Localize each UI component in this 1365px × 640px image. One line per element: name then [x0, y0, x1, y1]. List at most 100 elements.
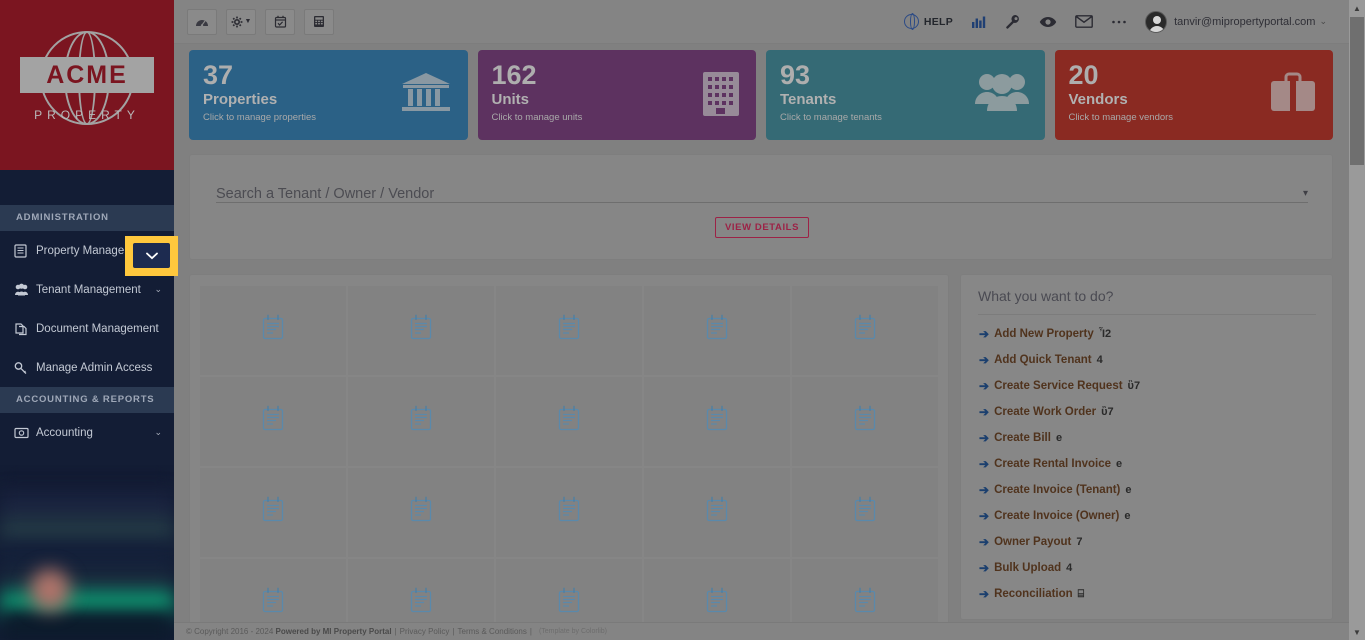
- placeholder-card[interactable]: [644, 377, 790, 466]
- note-pad-icon: [408, 314, 434, 347]
- arrow-right-icon: ➔: [979, 457, 989, 471]
- scrollbar-thumb[interactable]: [1350, 17, 1364, 165]
- placeholder-card[interactable]: [792, 377, 938, 466]
- wrench-icon[interactable]: [1005, 14, 1021, 29]
- quick-action-item[interactable]: ➔Reconciliation⌸: [978, 581, 1316, 607]
- sidebar-item-label: Accounting: [36, 427, 154, 439]
- sidebar-item-manage-admin-access[interactable]: Manage Admin Access: [0, 348, 174, 387]
- chevron-down-icon[interactable]: ⌄: [154, 284, 162, 295]
- avatar: [1145, 11, 1167, 33]
- placeholder-card[interactable]: [200, 286, 346, 375]
- note-pad-icon: [556, 314, 582, 347]
- chevron-down-icon: ⌄: [1319, 16, 1327, 27]
- building-icon: Ἶ2: [1099, 328, 1111, 340]
- placeholder-card[interactable]: [496, 286, 642, 375]
- reports-chart-icon[interactable]: [971, 15, 987, 29]
- dashboard-gauge-button[interactable]: [187, 9, 217, 35]
- sidebar-item-accounting[interactable]: Accounting ⌄: [0, 413, 174, 452]
- note-pad-icon: [408, 587, 434, 620]
- chevron-down-icon: ▼: [245, 18, 252, 25]
- stat-card-tenants[interactable]: 93 Tenants Click to manage tenants: [766, 50, 1045, 140]
- note-pad-icon: [260, 587, 286, 620]
- footer-terms-link[interactable]: Terms & Conditions: [458, 627, 527, 636]
- placeholder-card[interactable]: [496, 468, 642, 557]
- calculator-button[interactable]: [304, 9, 334, 35]
- property-management-expand-button[interactable]: [133, 243, 170, 268]
- bank-icon: [400, 71, 452, 120]
- user-email-label: tanvir@mipropertyportal.com: [1174, 16, 1315, 28]
- quick-action-item[interactable]: ➔Add New PropertyἾ2: [978, 321, 1316, 347]
- quick-action-item[interactable]: ➔Bulk Upload὜4: [978, 555, 1316, 581]
- divider: [978, 314, 1316, 315]
- quick-action-label: Create Invoice (Owner): [994, 510, 1119, 522]
- placeholder-card[interactable]: [496, 377, 642, 466]
- logo-band: ACME: [20, 57, 154, 93]
- note-pad-icon: [260, 405, 286, 438]
- quick-action-item[interactable]: ➔Owner Payout὜7: [978, 529, 1316, 555]
- footer-privacy-policy-link[interactable]: Privacy Policy: [400, 627, 450, 636]
- note-pad-icon: [556, 405, 582, 438]
- stat-cards-row: 37 Properties Click to manage properties…: [174, 44, 1349, 140]
- quick-action-item[interactable]: ➔Create Invoice (Owner)὜e: [978, 503, 1316, 529]
- arrow-right-icon: ➔: [979, 587, 989, 601]
- document-icon: ὜e: [1116, 458, 1122, 470]
- sidebar-section-administration: ADMINISTRATION: [0, 205, 174, 231]
- placeholder-card[interactable]: [644, 286, 790, 375]
- documents-icon: [14, 322, 36, 336]
- placeholder-card[interactable]: [792, 468, 938, 557]
- quick-action-item[interactable]: ➔Create Service Requestὒ7: [978, 373, 1316, 399]
- note-pad-icon: [852, 314, 878, 347]
- apartment-building-icon: [702, 71, 740, 122]
- quick-action-item[interactable]: ➔Create Bill὜e: [978, 425, 1316, 451]
- settings-gear-button[interactable]: ▼: [226, 9, 256, 35]
- stat-card-vendors[interactable]: 20 Vendors Click to manage vendors: [1055, 50, 1334, 140]
- quick-action-item[interactable]: ➔Add Quick Tenant὆4: [978, 347, 1316, 373]
- page-scrollbar[interactable]: ▲ ▼: [1349, 0, 1365, 640]
- stat-card-units[interactable]: 162 Units Click to manage units: [478, 50, 757, 140]
- sidebar-section-accounting-reports: ACCOUNTING & REPORTS: [0, 387, 174, 413]
- database-icon: ὜4: [1066, 562, 1072, 574]
- placeholder-card[interactable]: [348, 468, 494, 557]
- sidebar-item-document-management[interactable]: Document Management: [0, 309, 174, 348]
- quick-action-label: Add Quick Tenant: [994, 354, 1092, 366]
- mail-icon[interactable]: [1075, 15, 1093, 28]
- brand-logo[interactable]: ACME PROPERTY: [0, 0, 174, 170]
- stat-card-properties[interactable]: 37 Properties Click to manage properties: [189, 50, 468, 140]
- quick-action-label: Add New Property: [994, 328, 1094, 340]
- quick-action-label: Bulk Upload: [994, 562, 1061, 574]
- help-button[interactable]: HELP: [904, 14, 953, 29]
- document-icon: ὜e: [1125, 484, 1131, 496]
- group-people-icon: [975, 71, 1029, 118]
- scroll-up-arrow[interactable]: ▲: [1349, 0, 1365, 16]
- placeholder-card[interactable]: [792, 286, 938, 375]
- note-pad-icon: [704, 496, 730, 529]
- view-details-button[interactable]: VIEW DETAILS: [715, 217, 809, 238]
- note-pad-icon: [852, 405, 878, 438]
- placeholder-card[interactable]: [200, 377, 346, 466]
- search-field-row: ▾: [216, 177, 1308, 203]
- search-panel: ▾ VIEW DETAILS: [189, 154, 1333, 260]
- placeholder-card[interactable]: [200, 468, 346, 557]
- sidebar: ACME PROPERTY ADMINISTRATION Property Ma…: [0, 0, 174, 640]
- note-pad-icon: [408, 496, 434, 529]
- calendar-button[interactable]: [265, 9, 295, 35]
- placeholder-card[interactable]: [644, 468, 790, 557]
- placeholder-card[interactable]: [348, 286, 494, 375]
- footer: © Copyright 2016 - 2024 Powered by MI Pr…: [174, 622, 1349, 640]
- eye-icon[interactable]: [1039, 16, 1057, 28]
- search-input[interactable]: [216, 186, 1303, 202]
- scroll-down-arrow[interactable]: ▼: [1349, 624, 1365, 640]
- quick-action-item[interactable]: ➔Create Rental Invoice὜e: [978, 451, 1316, 477]
- chevron-down-icon[interactable]: ▾: [1303, 188, 1308, 202]
- quick-action-item[interactable]: ➔Create Invoice (Tenant)὜e: [978, 477, 1316, 503]
- building-list-icon: [14, 244, 36, 258]
- quick-action-item[interactable]: ➔Create Work Orderὒ7: [978, 399, 1316, 425]
- footer-separator: |: [452, 627, 454, 636]
- more-options-icon[interactable]: [1111, 19, 1127, 25]
- quick-actions-list: ➔Add New PropertyἾ2➔Add Quick Tenant὆4➔C…: [978, 321, 1316, 607]
- quick-action-label: Create Work Order: [994, 406, 1096, 418]
- chevron-down-icon[interactable]: ⌄: [154, 427, 162, 438]
- placeholder-card[interactable]: [348, 377, 494, 466]
- copy-icon: ὜7: [1076, 536, 1082, 548]
- user-menu[interactable]: tanvir@mipropertyportal.com ⌄: [1145, 11, 1327, 33]
